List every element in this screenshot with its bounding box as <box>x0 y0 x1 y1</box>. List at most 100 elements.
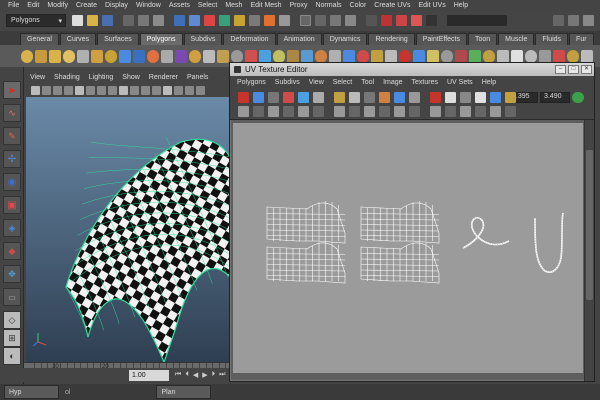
shelf-tool-icon[interactable] <box>343 49 355 63</box>
uv-tool-icon[interactable] <box>268 92 279 103</box>
scrollbar-thumb[interactable] <box>586 150 593 300</box>
select-component-icon[interactable] <box>153 15 164 26</box>
last-tool-button[interactable]: ▭ <box>3 288 21 306</box>
shelf-tool-icon[interactable] <box>525 49 537 63</box>
play-forward-icon[interactable]: ▶ <box>202 371 207 379</box>
viewport-tool-icon[interactable] <box>86 85 95 95</box>
mask-rendering-icon[interactable] <box>264 15 275 26</box>
uv-tool-icon[interactable] <box>238 106 249 117</box>
shelf-tool-icon[interactable] <box>273 49 285 63</box>
uv-tool-icon[interactable] <box>334 106 345 117</box>
soft-mod-button[interactable]: ◆ <box>3 242 21 260</box>
menu-modify[interactable]: Modify <box>47 2 68 9</box>
shelf-tool-icon[interactable] <box>427 49 439 63</box>
viewport-tool-icon[interactable] <box>141 85 150 95</box>
shelf-tab-fur[interactable]: Fur <box>569 33 594 45</box>
move-tool-button[interactable]: ✢ <box>3 150 21 168</box>
shelf-tool-icon[interactable] <box>77 49 89 63</box>
shelf-tab-deformation[interactable]: Deformation <box>223 33 276 45</box>
four-view-layout-button[interactable]: ⊞ <box>3 329 21 347</box>
viewport-menu-lighting[interactable]: Lighting <box>89 74 114 81</box>
menu-color[interactable]: Color <box>350 2 367 9</box>
shelf-tool-icon[interactable] <box>35 49 47 63</box>
render-settings-icon[interactable] <box>411 15 422 26</box>
uv-layout-canvas[interactable] <box>233 123 583 373</box>
range-start-field[interactable]: 1.00 <box>129 369 169 381</box>
mask-joints-icon[interactable] <box>189 15 200 26</box>
uv-tool-icon[interactable] <box>298 92 309 103</box>
uv-tool-icon[interactable] <box>268 106 279 117</box>
uv-menu-help[interactable]: Help <box>482 79 496 86</box>
viewport-menu-shading[interactable]: Shading <box>54 74 80 81</box>
viewport-tool-icon[interactable] <box>119 85 128 95</box>
viewport-tool-icon[interactable] <box>53 85 62 95</box>
mask-handles-icon[interactable] <box>174 15 185 26</box>
menu-display[interactable]: Display <box>105 2 128 9</box>
shelf-tool-icon[interactable] <box>245 49 257 63</box>
uv-tool-icon[interactable] <box>445 106 456 117</box>
viewport-menu-view[interactable]: View <box>30 74 45 81</box>
shelf-tool-icon[interactable] <box>357 49 369 63</box>
uv-tool-icon[interactable] <box>460 92 471 103</box>
rotate-tool-button[interactable]: ◉ <box>3 173 21 191</box>
snap-plane-icon[interactable] <box>345 15 356 26</box>
uv-tool-icon[interactable] <box>334 92 345 103</box>
uv-tool-icon[interactable] <box>505 106 516 117</box>
uv-tool-icon[interactable] <box>409 106 420 117</box>
shelf-tool-icon[interactable] <box>399 49 411 63</box>
viewport-tool-icon[interactable] <box>108 85 117 95</box>
mode-select[interactable]: Polygons ▾ <box>6 14 66 27</box>
menu-window[interactable]: Window <box>136 2 161 9</box>
uv-tool-icon[interactable] <box>490 106 501 117</box>
shelf-tool-icon[interactable] <box>21 49 33 63</box>
menu-edit[interactable]: Edit <box>27 2 39 9</box>
hypershade-icon[interactable] <box>426 15 437 26</box>
uv-tool-icon[interactable] <box>475 92 486 103</box>
shelf-tool-icon[interactable] <box>469 49 481 63</box>
viewport-tool-icon[interactable] <box>75 85 84 95</box>
shelf-tool-icon[interactable] <box>203 49 215 63</box>
uv-tool-icon[interactable] <box>364 106 375 117</box>
select-hierarchy-icon[interactable] <box>123 15 134 26</box>
viewport-menu-renderer[interactable]: Renderer <box>149 74 178 81</box>
shelf-tool-icon[interactable] <box>189 49 201 63</box>
uv-tool-icon[interactable] <box>313 92 324 103</box>
plan-task-button[interactable]: Plan <box>156 385 212 399</box>
uv-tool-icon[interactable] <box>349 106 360 117</box>
menu-normals[interactable]: Normals <box>315 2 341 9</box>
uv-menu-view[interactable]: View <box>309 79 324 86</box>
maximize-button[interactable]: □ <box>568 65 579 74</box>
uv-menu-uv-sets[interactable]: UV Sets <box>447 79 473 86</box>
single-perspective-layout-button[interactable]: ◇ <box>3 311 21 329</box>
go-to-start-icon[interactable]: ⏮ <box>175 371 181 379</box>
hypershade-task-button[interactable]: Hyp <box>4 385 59 399</box>
shelf-tool-icon[interactable] <box>441 49 453 63</box>
menu-create-uvs[interactable]: Create UVs <box>374 2 410 9</box>
step-forward-icon[interactable]: ⏵ <box>212 371 216 379</box>
show-manipulator-button[interactable]: ✥ <box>3 265 21 283</box>
viewport-tool-icon[interactable] <box>185 85 194 95</box>
uv-tool-icon[interactable] <box>460 106 471 117</box>
snap-point-icon[interactable] <box>330 15 341 26</box>
shelf-tool-icon[interactable] <box>217 49 229 63</box>
uv-tool-icon[interactable] <box>430 92 441 103</box>
uv-tool-icon[interactable] <box>490 92 501 103</box>
menu-help[interactable]: Help <box>454 2 468 9</box>
uv-tool-icon[interactable] <box>409 92 420 103</box>
shelf-tab-toon[interactable]: Toon <box>467 33 498 45</box>
uv-menu-polygons[interactable]: Polygons <box>237 79 266 86</box>
mask-misc-icon[interactable] <box>279 15 290 26</box>
ipr-render-icon[interactable] <box>396 15 407 26</box>
uv-tool-icon[interactable] <box>253 92 264 103</box>
uv-menu-textures[interactable]: Textures <box>412 79 438 86</box>
minimize-button[interactable]: – <box>555 65 566 74</box>
shelf-tab-dynamics[interactable]: Dynamics <box>322 33 368 45</box>
shelf-tab-curves[interactable]: Curves <box>59 33 97 45</box>
uv-tool-icon[interactable] <box>475 106 486 117</box>
shelf-tool-icon[interactable] <box>455 49 467 63</box>
viewport-tool-icon[interactable] <box>152 85 161 95</box>
menu-file[interactable]: File <box>8 2 19 9</box>
uv-tool-icon[interactable] <box>505 92 516 103</box>
uv-tool-icon[interactable] <box>283 92 294 103</box>
shelf-tool-icon[interactable] <box>287 49 299 63</box>
